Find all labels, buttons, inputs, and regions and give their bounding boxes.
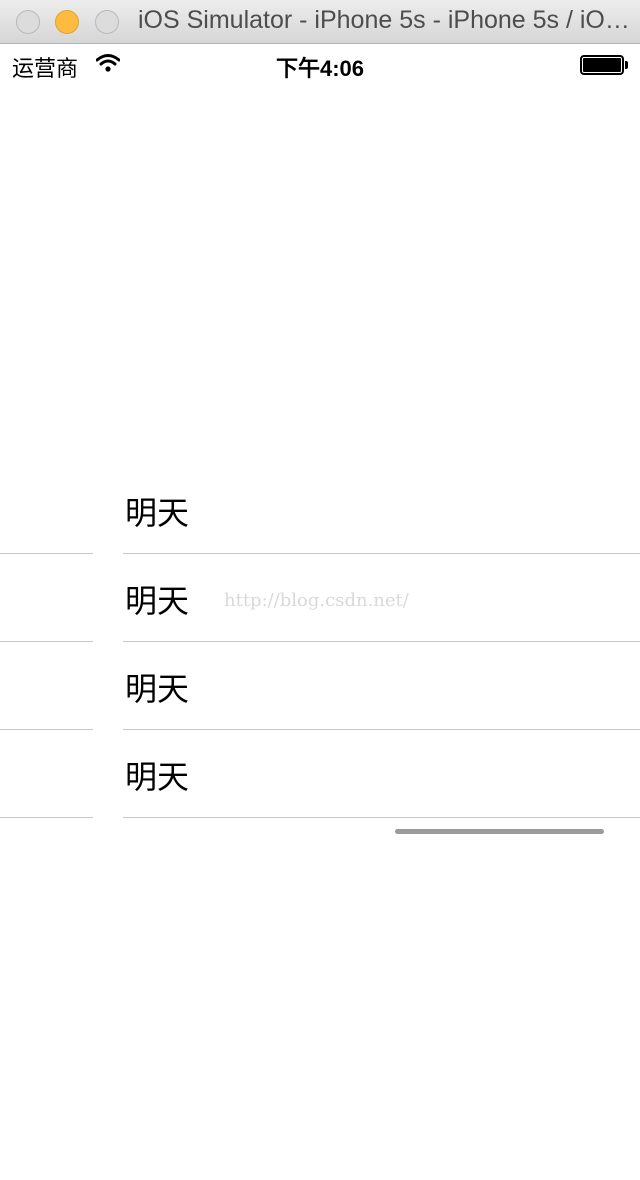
list-item-label: 明天 — [125, 582, 190, 620]
list-item-label: 明天 — [125, 758, 190, 796]
row-separator — [0, 817, 93, 818]
list-item-label: 明天 — [125, 494, 190, 532]
minimize-window-button[interactable] — [55, 10, 79, 34]
picker-list[interactable]: 明天 明天 明天 明天 — [0, 466, 640, 818]
status-bar: 运营商 下午4:06 — [0, 44, 640, 84]
window-title: iOS Simulator - iPhone 5s - iPhone 5s / … — [138, 6, 633, 34]
list-item-label: 明天 — [125, 670, 190, 708]
battery-icon — [580, 55, 628, 75]
row-separator — [123, 817, 640, 818]
window-title-bar: iOS Simulator - iPhone 5s - iPhone 5s / … — [0, 0, 640, 44]
zoom-window-button[interactable] — [95, 10, 119, 34]
list-item[interactable]: 明天 — [0, 642, 640, 730]
status-clock: 下午4:06 — [275, 56, 365, 81]
close-window-button[interactable] — [16, 10, 40, 34]
list-item[interactable]: 明天 — [0, 466, 640, 554]
list-item[interactable]: 明天 — [0, 730, 640, 818]
watermark-text: http://blog.csdn.net/ — [224, 590, 409, 611]
horizontal-scroll-indicator[interactable] — [395, 829, 604, 834]
